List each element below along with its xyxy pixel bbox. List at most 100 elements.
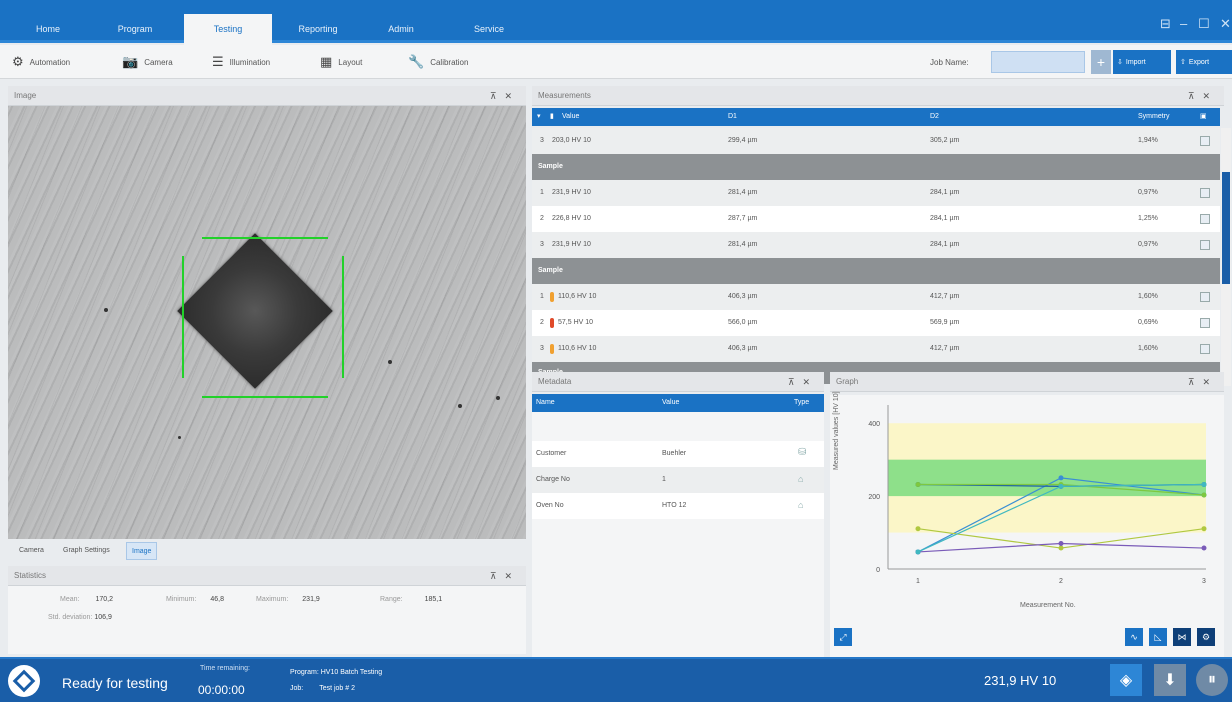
row-d2: 305,2 µm: [930, 137, 960, 144]
chart-zoom-button[interactable]: ⋈: [1173, 628, 1191, 646]
close-window-icon[interactable]: ✕: [1220, 16, 1231, 32]
column-type[interactable]: Type: [794, 394, 809, 412]
lower-button[interactable]: ⬇: [1154, 664, 1186, 696]
panel-controls[interactable]: ⊼✕: [1188, 86, 1218, 106]
layout-button[interactable]: ▦ Layout: [320, 45, 362, 79]
row-detail-icon[interactable]: [1200, 240, 1210, 250]
row-detail-icon[interactable]: [1200, 344, 1210, 354]
warning-flag-icon: [550, 344, 554, 354]
subtab-camera[interactable]: Camera: [14, 542, 49, 560]
column-chooser-icon[interactable]: ▮: [550, 108, 554, 126]
table-row[interactable]: 3 203,0 HV 10 299,4 µm 305,2 µm 1,94%: [532, 128, 1220, 154]
tab-reporting[interactable]: Reporting: [278, 16, 358, 43]
illumination-button[interactable]: ☰ Illumination: [212, 45, 270, 79]
row-d2: 284,1 µm: [930, 215, 960, 222]
panel-controls[interactable]: ⊼✕: [490, 566, 520, 586]
measure-line-top[interactable]: [202, 237, 328, 239]
row-number: 2: [540, 215, 544, 222]
table-row[interactable]: 2 226,8 HV 10 287,7 µm 284,1 µm 1,25%: [532, 206, 1220, 232]
table-row[interactable]: 2 57,5 HV 10 566,0 µm 569,9 µm 0,69%: [532, 310, 1220, 336]
export-button[interactable]: ⇧ Export: [1176, 50, 1232, 74]
subtab-graph-settings[interactable]: Graph Settings: [58, 542, 115, 560]
row-d2: 412,7 µm: [930, 345, 960, 352]
indent-icon: ◈: [1119, 672, 1133, 689]
row-value: 110,6 HV 10: [558, 293, 597, 300]
microscope-image[interactable]: [8, 106, 526, 539]
automation-button[interactable]: ⚙ Automation: [12, 45, 70, 79]
sample-group-header[interactable]: Sample: [532, 154, 1220, 180]
row-d1: 281,4 µm: [728, 189, 758, 196]
panel-controls[interactable]: ⊼✕: [788, 372, 818, 392]
pause-icon: ⏸: [1207, 671, 1216, 688]
row-d1: 299,4 µm: [728, 137, 758, 144]
measure-line-bottom[interactable]: [202, 396, 328, 398]
row-d2: 412,7 µm: [930, 293, 960, 300]
job-label: Job:: [290, 685, 304, 692]
warning-flag-icon: [550, 292, 554, 302]
metadata-value: HTO 12: [662, 502, 687, 509]
metadata-row[interactable]: Oven No HTO 12 ⌂: [532, 493, 824, 519]
row-detail-icon[interactable]: [1200, 214, 1210, 224]
start-test-button[interactable]: ◈: [1110, 664, 1142, 696]
scrollbar-thumb[interactable]: [1222, 172, 1230, 284]
maximize-window-icon[interactable]: ☐: [1198, 16, 1210, 32]
row-detail-icon[interactable]: [1200, 188, 1210, 198]
chart-line-button[interactable]: ∿: [1125, 628, 1143, 646]
tab-testing[interactable]: Testing: [184, 14, 272, 45]
column-symmetry[interactable]: Symmetry: [1138, 108, 1170, 126]
measurements-table-header: ▾ ▮ Value D1 D2 Symmetry ▣: [532, 108, 1220, 126]
graph-body: 400 200 0 1 2 3: [830, 395, 1224, 658]
sort-icon[interactable]: ▾: [537, 108, 541, 126]
chart-settings-button[interactable]: ⚙: [1197, 628, 1215, 646]
metadata-row[interactable]: Customer Buehler ⛁: [532, 441, 824, 467]
status-bar: Ready for testing Time remaining: 00:00:…: [0, 657, 1232, 702]
tab-admin[interactable]: Admin: [372, 16, 430, 43]
camera-button[interactable]: 📷 Camera: [122, 45, 173, 79]
tolerance-band-green: [888, 459, 1206, 497]
column-d1[interactable]: D1: [728, 108, 737, 126]
column-meta-value[interactable]: Value: [662, 394, 679, 412]
tab-program[interactable]: Program: [102, 16, 168, 43]
tab-service[interactable]: Service: [458, 16, 520, 43]
indentation-mark: [177, 233, 333, 389]
subtab-image[interactable]: Image: [126, 542, 158, 560]
top-navigation: Home Program Testing Reporting Admin Ser…: [0, 0, 1232, 45]
table-row[interactable]: 1 110,6 HV 10 406,3 µm 412,7 µm 1,60%: [532, 284, 1220, 310]
measure-line-right[interactable]: [342, 256, 344, 378]
row-d2: 569,9 µm: [930, 319, 960, 326]
y-tick-label: 400: [868, 421, 880, 428]
measurement-chart[interactable]: 400 200 0 1 2 3: [830, 395, 1224, 625]
row-number: 3: [540, 345, 544, 352]
column-d2[interactable]: D2: [930, 108, 939, 126]
import-button[interactable]: ⇩ Import: [1113, 50, 1171, 74]
metadata-row[interactable]: Charge No 1 ⌂: [532, 467, 824, 493]
chart-band-button[interactable]: ◺: [1149, 628, 1167, 646]
row-detail-icon[interactable]: [1200, 318, 1210, 328]
panel-controls[interactable]: ⊼✕: [490, 86, 520, 106]
row-detail-icon[interactable]: [1200, 136, 1210, 146]
column-name[interactable]: Name: [536, 394, 555, 412]
graph-expand-button[interactable]: ⤢: [834, 628, 852, 646]
sample-group-header[interactable]: Sample: [532, 258, 1220, 284]
metadata-value: Buehler: [662, 450, 687, 457]
table-row[interactable]: 1 231,9 HV 10 281,4 µm 284,1 µm 0,97%: [532, 180, 1220, 206]
add-job-button[interactable]: +: [1091, 50, 1111, 74]
minimize-window-icon[interactable]: –: [1180, 16, 1187, 31]
settings-column-icon[interactable]: ▣: [1200, 108, 1207, 126]
restore-window-icon[interactable]: ⊟: [1160, 16, 1171, 32]
measure-line-left[interactable]: [182, 256, 184, 378]
panel-controls[interactable]: ⊼✕: [1188, 372, 1218, 392]
column-value[interactable]: Value: [562, 108, 579, 126]
calibration-button[interactable]: 🔧 Calibration: [408, 45, 468, 79]
row-d1: 406,3 µm: [728, 293, 758, 300]
row-number: 2: [540, 319, 544, 326]
job-name-input[interactable]: [991, 51, 1085, 73]
data-point: [1201, 545, 1207, 551]
tab-home[interactable]: Home: [20, 16, 76, 43]
table-row[interactable]: 3 110,6 HV 10 406,3 µm 412,7 µm 1,60%: [532, 336, 1220, 362]
table-row[interactable]: 3 231,9 HV 10 281,4 µm 284,1 µm 0,97%: [532, 232, 1220, 258]
specimen-pore: [178, 436, 181, 439]
pause-button[interactable]: ⏸: [1196, 664, 1228, 696]
row-detail-icon[interactable]: [1200, 292, 1210, 302]
stat-value: 46,8: [210, 596, 224, 603]
